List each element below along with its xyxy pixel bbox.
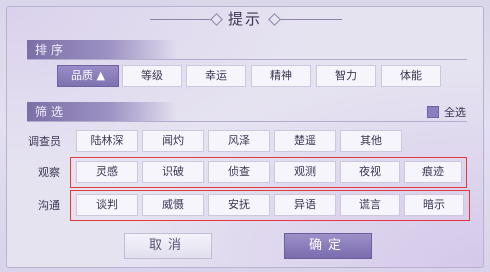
sort-section-header: 排序 [27, 40, 177, 60]
filter-button-communication-3[interactable]: 安抚 [208, 194, 270, 216]
select-all-checkbox[interactable] [427, 106, 439, 118]
sort-button-level[interactable]: 等级 [122, 65, 182, 87]
filter-button-observation-3[interactable]: 侦查 [208, 161, 270, 183]
filter-button-investigator-1[interactable]: 陆林深 [76, 130, 138, 152]
select-all-label[interactable]: 全选 [444, 104, 466, 120]
filter-button-communication-4[interactable]: 异语 [274, 194, 336, 216]
cancel-button[interactable]: 取消 [124, 233, 212, 259]
sort-button-spirit[interactable]: 精神 [251, 65, 311, 87]
filter-divider [27, 121, 467, 122]
filter-button-observation-6[interactable]: 痕迹 [404, 161, 462, 183]
sort-button-stamina[interactable]: 体能 [381, 65, 441, 87]
row-label-observation: 观察 [38, 166, 60, 179]
filter-button-communication-1[interactable]: 谈判 [76, 194, 138, 216]
dialog-title: 提示 [227, 10, 262, 28]
filter-button-investigator-other[interactable]: 其他 [340, 130, 402, 152]
row-label-investigator: 调查员 [28, 135, 61, 148]
filter-button-observation-2[interactable]: 识破 [142, 161, 204, 183]
sort-button-quality[interactable]: 品质 ▲ [57, 65, 119, 87]
confirm-button[interactable]: 确定 [284, 233, 372, 259]
filter-button-investigator-2[interactable]: 闻灼 [142, 130, 204, 152]
filter-button-communication-5[interactable]: 谎言 [340, 194, 400, 216]
sort-divider [27, 59, 467, 60]
filter-button-communication-2[interactable]: 威慑 [142, 194, 204, 216]
filter-button-observation-5[interactable]: 夜视 [340, 161, 400, 183]
row-label-communication: 沟通 [38, 199, 60, 212]
filter-button-communication-6[interactable]: 暗示 [404, 194, 464, 216]
sort-button-luck[interactable]: 幸运 [186, 65, 246, 87]
filter-button-observation-4[interactable]: 观测 [274, 161, 336, 183]
filter-button-observation-1[interactable]: 灵感 [76, 161, 138, 183]
sort-button-intelligence[interactable]: 智力 [316, 65, 376, 87]
filter-button-investigator-3[interactable]: 风泽 [208, 130, 270, 152]
filter-section-header: 筛选 [27, 102, 177, 122]
filter-button-investigator-4[interactable]: 楚遥 [274, 130, 336, 152]
